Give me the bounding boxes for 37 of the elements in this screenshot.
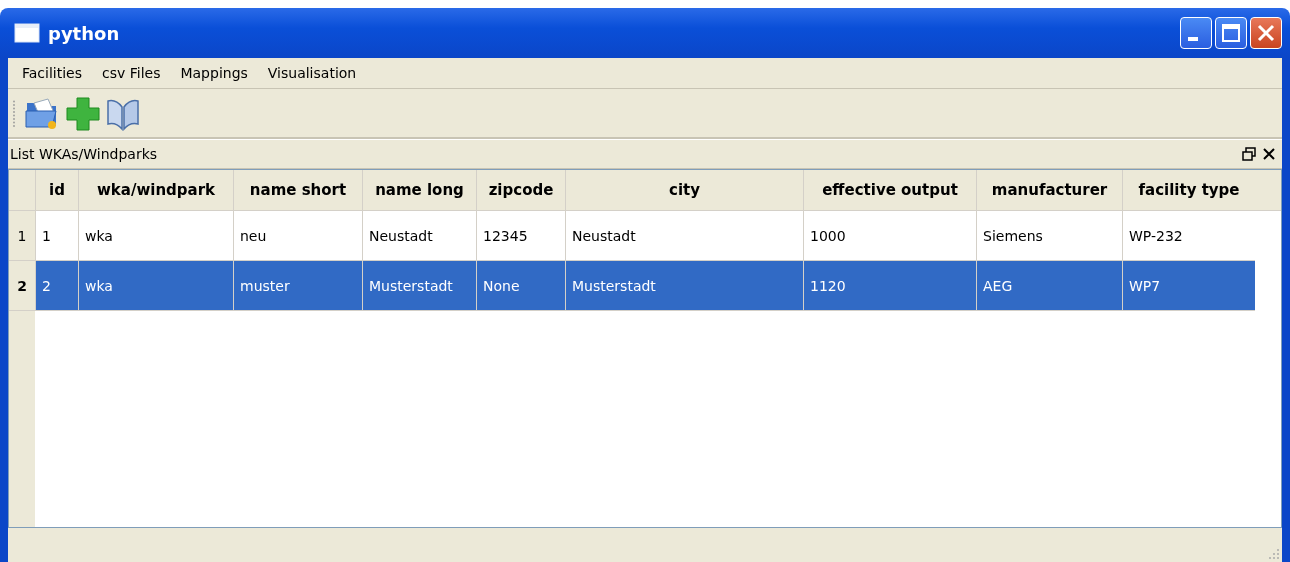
add-icon[interactable] [64,95,102,131]
column-header[interactable]: wka/windpark [78,170,233,210]
column-header[interactable]: name long [362,170,476,210]
table-cell: AEG [976,261,1122,311]
column-header[interactable]: manufacturer [976,170,1122,210]
table-cell: WP7 [1122,261,1255,311]
minimize-button[interactable] [1180,17,1212,49]
table-cell: muster [233,261,362,311]
dock-title: List WKAs/Windparks [10,146,159,162]
minimize-icon [1188,37,1198,41]
row-header[interactable]: 2 [9,261,35,311]
menu-item[interactable]: csv Files [92,65,171,81]
table-cell: Musterstadt [362,261,476,311]
column-header[interactable]: zipcode [476,170,565,210]
column-header[interactable]: name short [233,170,362,210]
menu-item[interactable]: Facilities [12,65,92,81]
column-header[interactable]: city [565,170,803,210]
window-title: python [48,22,120,44]
maximize-button[interactable] [1215,17,1247,49]
table-row[interactable]: 2 2 wka muster Musterstadt None Musterstadt 1120 AEG WP7 [9,261,1281,311]
table-cell: None [476,261,565,311]
close-icon[interactable] [1262,147,1276,161]
resize-grip-icon[interactable] [1268,548,1280,560]
table-cell: 1120 [803,261,976,311]
window-icon [14,23,40,43]
column-header[interactable]: id [35,170,78,210]
close-button[interactable] [1250,17,1282,49]
toolbar-grip-icon[interactable] [12,98,16,128]
table-cell: Musterstadt [565,261,803,311]
float-icon[interactable] [1242,147,1256,161]
menu-item[interactable]: Visualisation [257,65,367,81]
table-cell: wka [78,261,233,311]
menu-item[interactable]: Mappings [170,65,258,81]
row-header[interactable]: 1 [9,211,35,261]
table-cell: 2 [35,261,78,311]
column-header[interactable]: facility type [1122,170,1255,210]
column-header[interactable]: effective output [803,170,976,210]
